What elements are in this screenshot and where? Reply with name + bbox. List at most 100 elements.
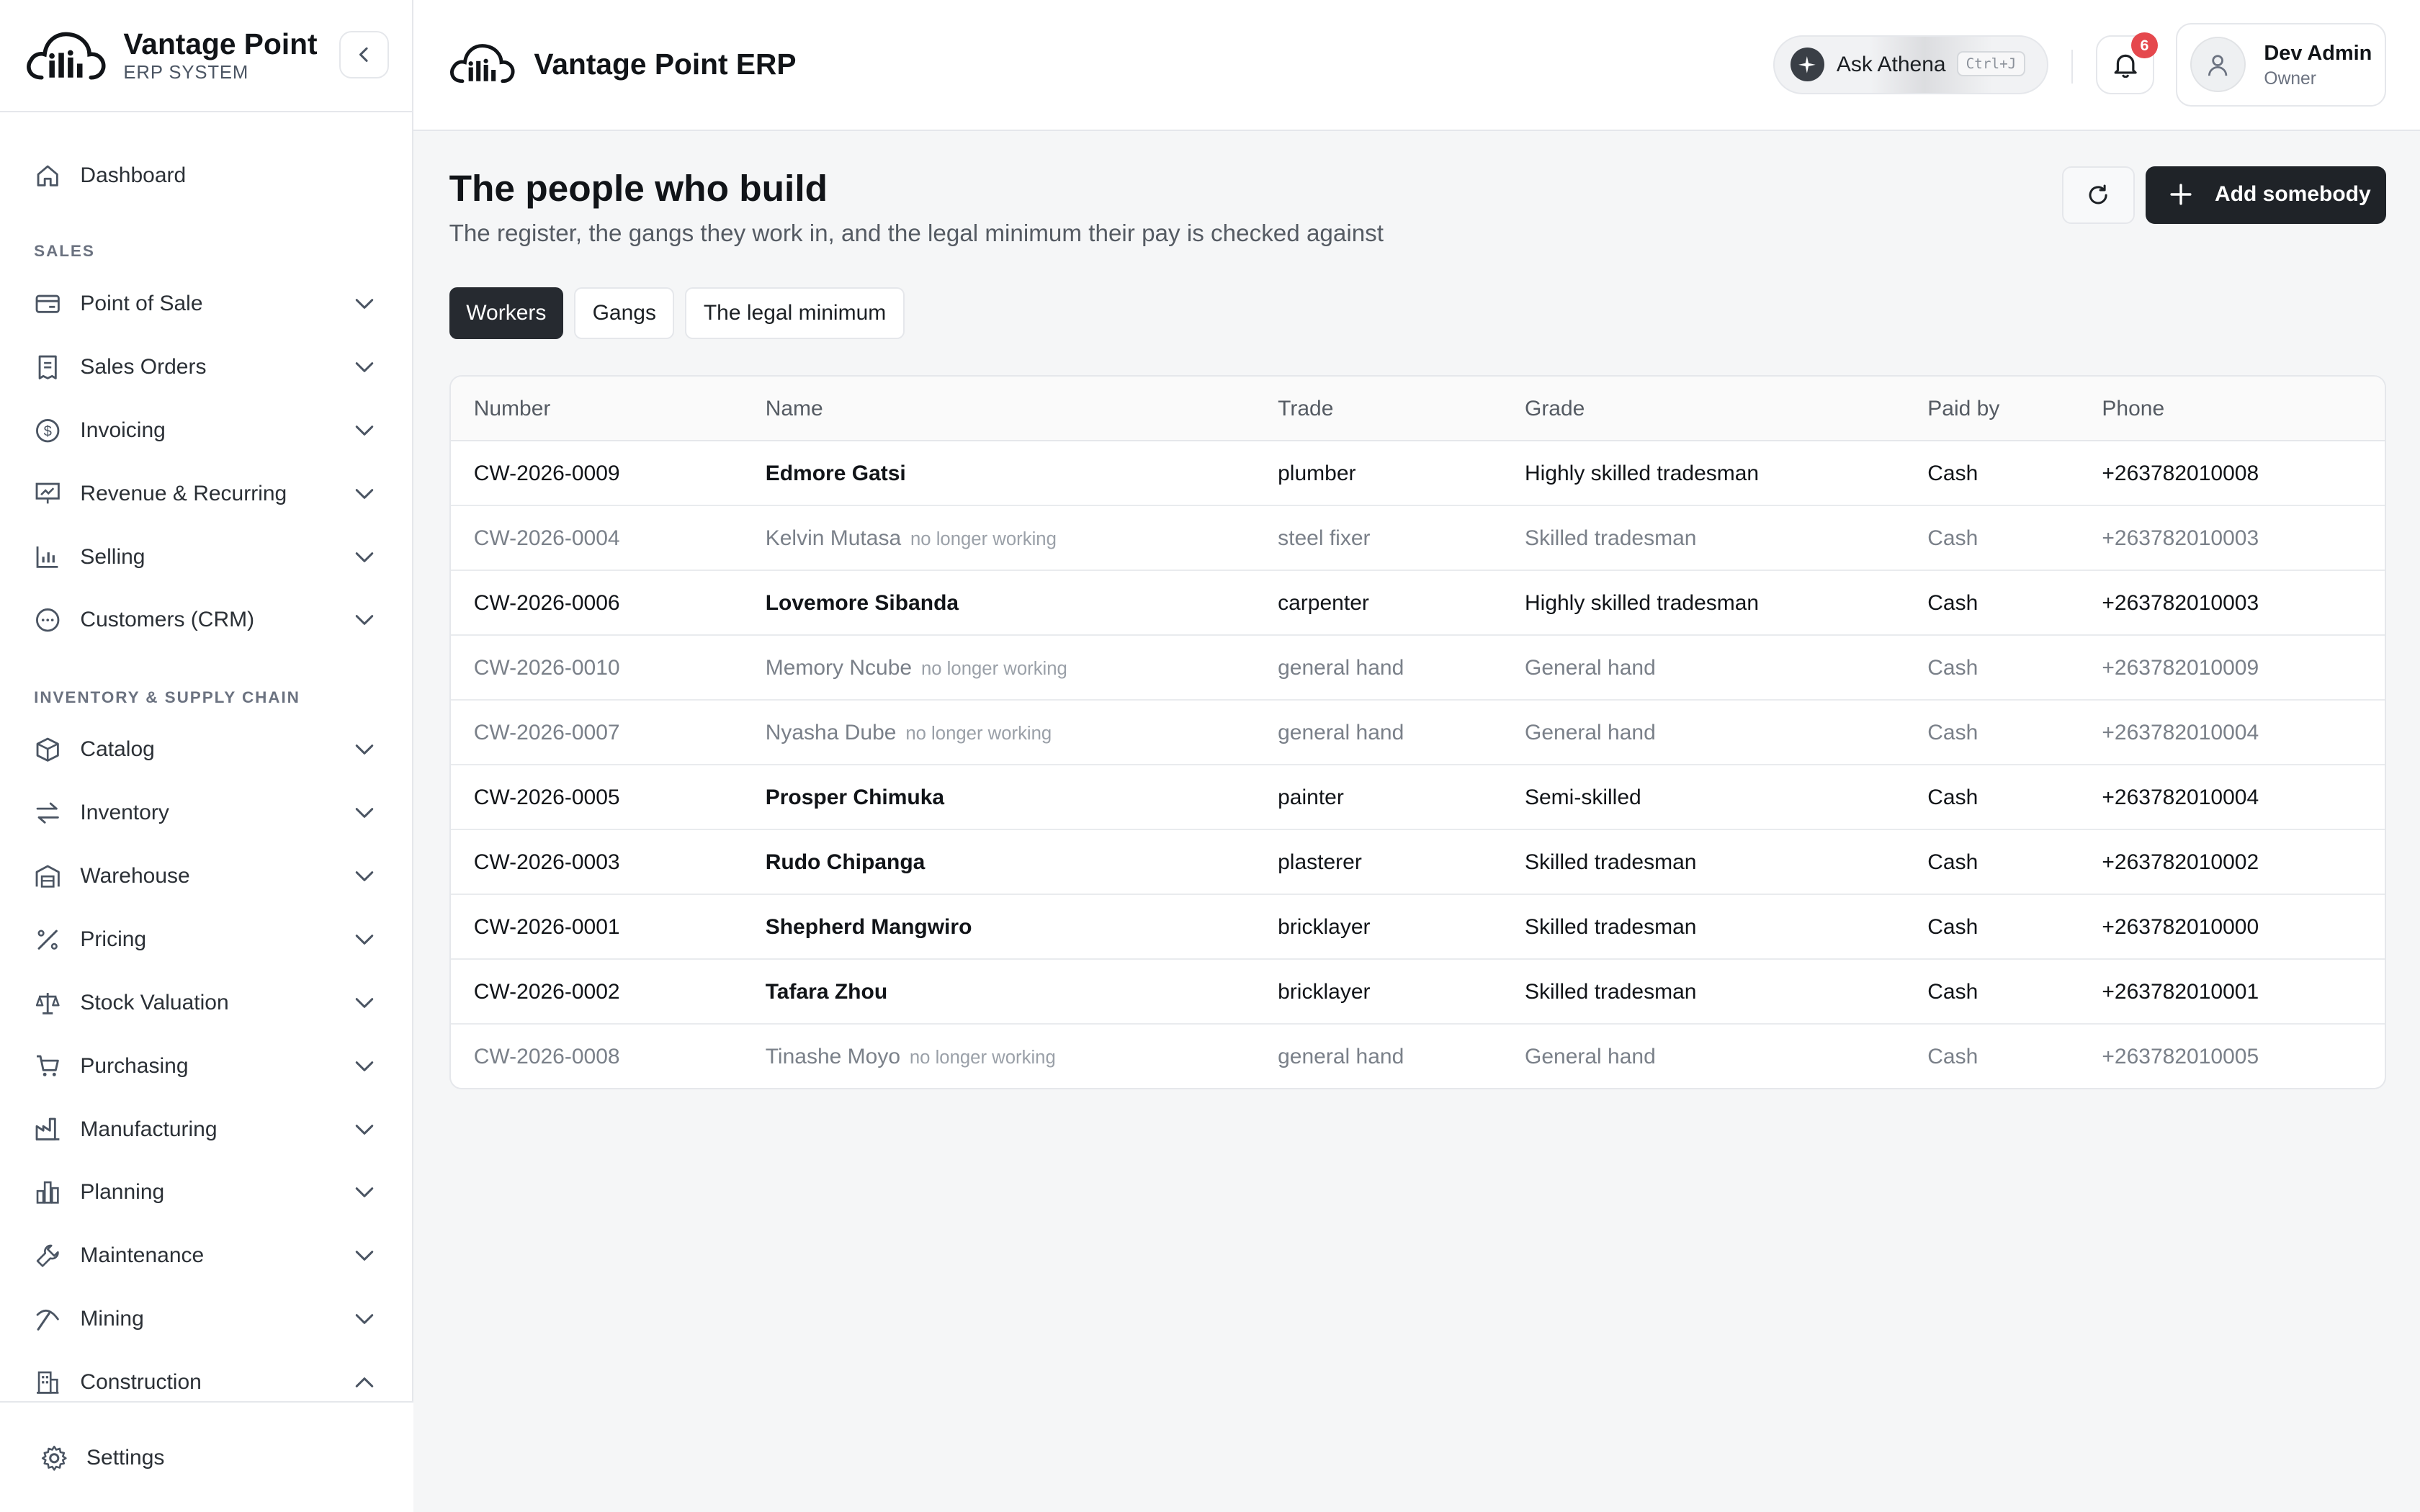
cell-name: Rudo Chipanga (766, 850, 926, 875)
tab-legal-minimum[interactable]: The legal minimum (685, 287, 905, 340)
cell-text: +263782010008 (2102, 461, 2259, 485)
cell-text: Tafara Zhou (765, 979, 888, 1004)
chevron-down-icon (355, 488, 373, 499)
status-note: no longer working (905, 723, 1052, 744)
sidebar-item-maintenance[interactable]: Maintenance (0, 1228, 412, 1284)
user-menu[interactable]: Dev Admin Owner (2176, 23, 2386, 107)
cell-text: Cash (1927, 914, 1978, 939)
sidebar-item-revenue-recurring[interactable]: Revenue & Recurring (0, 466, 412, 521)
sidebar-item-pricing[interactable]: Pricing (0, 912, 412, 967)
table-row[interactable]: CW-2026-0004 Kelvin Mutasa no longer worki… (450, 506, 2385, 571)
collapse-sidebar-button[interactable] (339, 30, 389, 79)
header-divider (2071, 49, 2073, 84)
table-row[interactable]: CW-2026-0007 Nyasha Dube no longer working… (450, 701, 2385, 765)
table-row[interactable]: CW-2026-0008 Tinashe Moyo no longer workin… (451, 1025, 2385, 1088)
dollar-circle-icon: $ (34, 417, 62, 445)
cell-name: Shepherd Mangwiro (766, 915, 972, 940)
cell-trade: carpenter (1278, 591, 1369, 616)
cell-text: plasterer (1278, 850, 1362, 874)
sidebar-item-warehouse[interactable]: Warehouse (0, 849, 412, 904)
sidebar-item-sales-orders[interactable]: Sales Orders (0, 339, 412, 395)
table-row[interactable]: CW-2026-0009 Edmore Gatsi plumber Highly sk… (450, 441, 2385, 506)
cell-text: Prosper Chimuka (765, 785, 945, 809)
tab-gangs[interactable]: Gangs (574, 287, 675, 340)
cell-text: Cash (1927, 655, 1978, 680)
column-header-paid-by[interactable]: Paid by (1927, 397, 1999, 421)
sidebar-item-invoicing[interactable]: $ Invoicing (0, 402, 412, 458)
pickaxe-icon (34, 1305, 62, 1333)
cell-text: Shepherd Mangwiro (765, 914, 972, 939)
sidebar-item-label: Warehouse (80, 864, 190, 888)
sidebar-item-planning[interactable]: Planning (0, 1165, 412, 1220)
sidebar-item-label: Purchasing (80, 1053, 189, 1078)
chevron-down-icon (355, 552, 373, 562)
cell-phone: +263782010004 (2102, 786, 2259, 810)
cell-text: Nyasha Dube (765, 720, 897, 744)
add-somebody-button[interactable]: Add somebody (2145, 166, 2386, 224)
cell-name: Memory Ncube no longer working (766, 656, 1067, 680)
table-row[interactable]: CW-2026-0010 Memory Ncube no longer workin… (450, 636, 2385, 701)
sidebar-item-catalog[interactable]: Catalog (0, 722, 412, 778)
presentation-chart-icon (34, 480, 62, 508)
table-row[interactable]: CW-2026-0003 Rudo Chipanga plasterer Skille… (450, 830, 2385, 895)
top-header: Vantage Point ERP Ask Athena Ctrl+J 6 De… (413, 0, 2420, 132)
status-note: no longer working (910, 528, 1057, 549)
cell-name: Tinashe Moyo no longer working (766, 1045, 1056, 1069)
sidebar-item-stock-valuation[interactable]: Stock Valuation (0, 975, 412, 1030)
table-row[interactable]: CW-2026-0002 Tafara Zhou bricklayer Skilled… (450, 960, 2385, 1025)
cell-text: Edmore Gatsi (765, 461, 906, 485)
cell-text: CW-2026-0007 (473, 720, 620, 744)
bar-chart-icon (34, 1179, 62, 1207)
tab-workers[interactable]: Workers (449, 287, 564, 340)
column-header-phone[interactable]: Phone (2102, 397, 2164, 421)
sidebar-item-label: Selling (80, 544, 145, 569)
sidebar-item-purchasing[interactable]: Purchasing (0, 1038, 412, 1094)
column-header-name[interactable]: Name (766, 397, 823, 421)
cell-text: Semi-skilled (1524, 785, 1641, 809)
cell-trade: steel fixer (1278, 526, 1370, 551)
sidebar-item-label: Planning (80, 1180, 165, 1205)
cell-phone: +263782010004 (2102, 721, 2259, 745)
sidebar-item-settings[interactable]: Settings (0, 1400, 414, 1512)
cell-text: CW-2026-0004 (473, 526, 620, 550)
user-role: Owner (2264, 69, 2316, 89)
chevron-down-icon (355, 615, 373, 626)
sidebar-item-label: Sales Orders (80, 354, 207, 379)
sidebar-item-point-of-sale[interactable]: Point of Sale (0, 276, 412, 332)
sidebar-item-inventory[interactable]: Inventory (0, 786, 412, 841)
column-header-grade[interactable]: Grade (1525, 397, 1585, 421)
cell-trade: plasterer (1278, 850, 1362, 875)
cell-paid-by: Cash (1927, 656, 1978, 680)
sidebar-item-construction[interactable]: Construction (0, 1354, 412, 1400)
sidebar-item-mining[interactable]: Mining (0, 1292, 412, 1347)
home-icon (34, 162, 62, 190)
sidebar-item-label: Pricing (80, 927, 147, 951)
warehouse-icon (34, 863, 62, 891)
cell-text: carpenter (1278, 590, 1369, 615)
table-row[interactable]: CW-2026-0005 Prosper Chimuka painter Semi-s… (450, 765, 2385, 830)
sparkle-icon (1790, 48, 1824, 82)
refresh-button[interactable] (2061, 166, 2135, 224)
ask-athena-button[interactable]: Ask Athena Ctrl+J (1773, 35, 2048, 94)
sidebar-item-customers-crm[interactable]: Customers (CRM) (0, 593, 412, 648)
chevron-down-icon (355, 1314, 373, 1324)
wrench-icon (34, 1242, 62, 1270)
arrows-exchange-icon (34, 799, 62, 827)
column-header-number[interactable]: Number (474, 397, 551, 421)
sidebar-item-label: Dashboard (80, 163, 187, 188)
sidebar-item-label: Mining (80, 1307, 144, 1331)
sidebar-item-label: Construction (80, 1369, 202, 1394)
cell-grade: Skilled tradesman (1525, 980, 1696, 1004)
cell-text: bricklayer (1278, 979, 1371, 1004)
column-header-trade[interactable]: Trade (1278, 397, 1333, 421)
sidebar-item-selling[interactable]: Selling (0, 529, 412, 585)
chevron-down-icon (355, 997, 373, 1008)
status-note: no longer working (909, 1047, 1056, 1068)
cell-name: Nyasha Dube no longer working (766, 721, 1052, 745)
sidebar-item-manufacturing[interactable]: Manufacturing (0, 1102, 412, 1157)
table-row[interactable]: CW-2026-0006 Lovemore Sibanda carpenter Hig… (450, 571, 2385, 636)
cell-text: Highly skilled tradesman (1524, 461, 1760, 485)
cell-text: +263782010003 (2102, 526, 2259, 550)
sidebar-item-dashboard[interactable]: Dashboard (0, 148, 412, 204)
table-row[interactable]: CW-2026-0001 Shepherd Mangwiro bricklayer S… (450, 895, 2385, 960)
